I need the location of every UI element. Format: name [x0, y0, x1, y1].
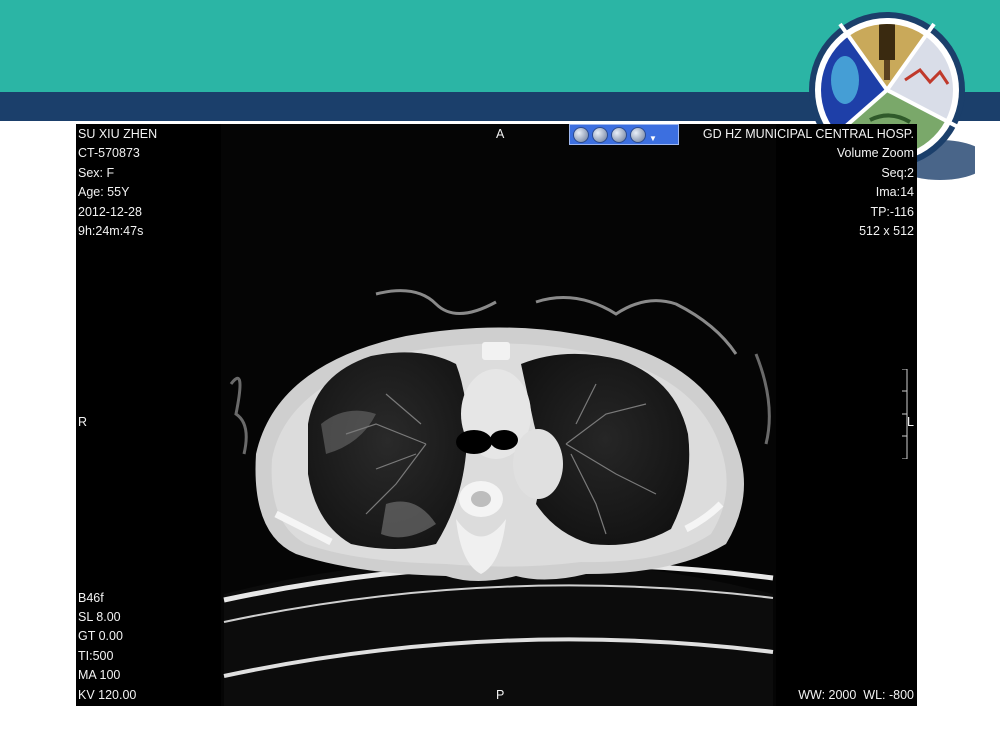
- orientation-left: R: [78, 415, 88, 429]
- acquisition-params: B46f SL 8.00 GT 0.00 TI:500 MA 100 KV 12…: [78, 589, 136, 705]
- slice-thickness: SL 8.00: [78, 610, 121, 625]
- image-number: Ima:14: [875, 185, 914, 200]
- patient-sex: Sex: F: [78, 165, 115, 180]
- tube-current: MA 100: [78, 668, 121, 683]
- circle-button-icon[interactable]: [573, 126, 589, 143]
- kernel: B46f: [78, 590, 104, 605]
- scan-mode: Volume Zoom: [836, 146, 914, 161]
- hospital-name: GD HZ MUNICIPAL CENTRAL HOSP.: [702, 127, 914, 141]
- circle-button-icon[interactable]: [630, 126, 646, 143]
- orientation-top: A: [496, 127, 505, 141]
- gantry-tilt: GT 0.00: [78, 629, 123, 644]
- patient-name: SU XIU ZHEN: [78, 127, 158, 141]
- orientation-bottom: P: [496, 687, 505, 702]
- scale-bar-icon: [902, 369, 908, 459]
- circle-button-icon[interactable]: [592, 126, 608, 143]
- viewer-toolbar: ▼: [569, 124, 679, 145]
- window-level: WW: 2000 WL: -800: [798, 687, 914, 702]
- circle-button-icon[interactable]: [611, 126, 627, 143]
- patient-info: SU XIU ZHEN CT-570873 Sex: F Age: 55Y 20…: [78, 125, 157, 241]
- site-info: GD HZ MUNICIPAL CENTRAL HOSP. Volume Zoo…: [703, 125, 914, 241]
- matrix-size: 512 x 512: [859, 223, 914, 238]
- tube-voltage: KV 120.00: [78, 687, 137, 702]
- sequence-number: Seq:2: [881, 165, 914, 180]
- ct-image-viewer[interactable]: SU XIU ZHEN CT-570873 Sex: F Age: 55Y 20…: [76, 124, 917, 706]
- study-time: 9h:24m:47s: [78, 223, 144, 238]
- dropdown-arrow-icon[interactable]: ▼: [649, 134, 657, 143]
- study-date: 2012-12-28: [78, 204, 142, 219]
- patient-age: Age: 55Y: [78, 185, 130, 200]
- table-position: TP:-116: [870, 204, 914, 219]
- patient-id: CT-570873: [78, 146, 140, 161]
- time-interval: TI:500: [78, 648, 114, 663]
